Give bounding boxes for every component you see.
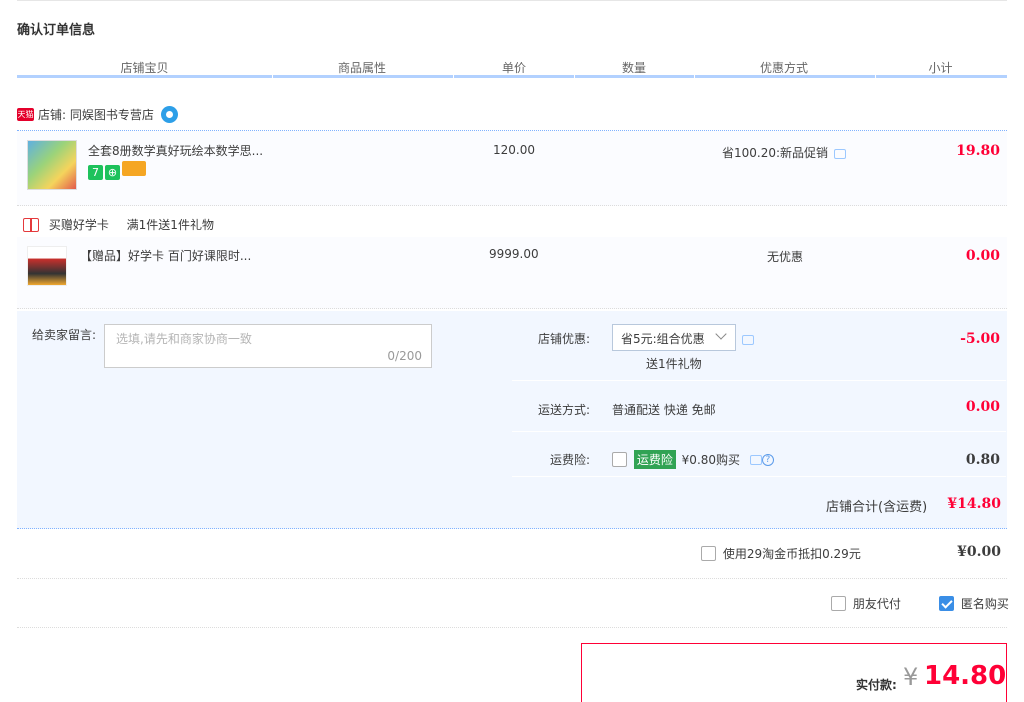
shop-discount-value: 省5元:组合优惠 (621, 332, 705, 346)
memo-char-count: 0/200 (387, 349, 422, 363)
column-quantity: 数量 (621, 61, 646, 75)
column-shop-item: 店铺宝贝 (120, 61, 169, 75)
anonymous-option: 匿名购买 (939, 595, 1009, 612)
comment-icon[interactable] (834, 148, 847, 159)
column-header: 店铺宝贝 商品属性 单价 数量 优惠方式 小计 (17, 56, 1007, 78)
column-promotion: 优惠方式 (759, 61, 808, 75)
column-unit-price: 单价 (501, 61, 526, 75)
row-divider (17, 627, 1007, 628)
gift-rule: 满1件送1件礼物 (126, 218, 214, 232)
friend-pay-label: 朋友代付 (852, 597, 901, 611)
column-subtotal: 小计 (928, 61, 953, 75)
seven-day-return-icon: 7 (88, 165, 103, 180)
shop-discount-label: 店铺优惠: (537, 332, 590, 346)
shipping-label: 运送方式: (537, 403, 590, 417)
product-thumbnail[interactable] (27, 246, 67, 286)
insurance-price: ¥0.80购买 (681, 453, 741, 467)
chat-icon[interactable] (160, 106, 178, 123)
product-thumbnail[interactable] (27, 140, 77, 190)
insurance-checkbox[interactable] (612, 452, 627, 467)
promotion-text: 无优惠 (767, 250, 804, 264)
help-icon[interactable]: ? (761, 453, 774, 466)
insurance-tag: 运费险 (633, 450, 676, 469)
friend-pay-checkbox[interactable] (831, 596, 846, 611)
tmall-badge-icon: 天猫 (17, 108, 34, 121)
credit-card-icon (122, 161, 146, 176)
insurance-amount: 0.80 (965, 452, 1000, 468)
header-separator (453, 73, 454, 78)
promotion-info: 省100.20:新品促销 (722, 144, 847, 161)
comment-icon[interactable] (742, 334, 754, 345)
gift-icon (23, 217, 39, 232)
pay-currency: ¥ (903, 663, 919, 691)
anonymous-checkbox[interactable] (939, 596, 954, 611)
service-badges: 7 ⊕ (88, 161, 148, 180)
pay-label: 实付款: (856, 678, 897, 692)
guarantee-icon: ⊕ (105, 165, 120, 180)
insurance-label: 运费险: (549, 453, 590, 467)
row-divider (17, 578, 1007, 579)
coins-label: 使用29淘金币抵扣0.29元 (722, 547, 861, 561)
shop-name[interactable]: 店铺: 同娱图书专营店 (38, 108, 154, 122)
shop-discount-amount: -5.00 (960, 331, 1000, 347)
gift-promo-row: 买赠好学卡 满1件送1件礼物 (17, 216, 214, 233)
top-divider (17, 0, 1007, 1)
memo-field: 0/200 (104, 324, 432, 368)
shop-total-amount: ¥14.80 (947, 496, 1001, 512)
anonymous-label: 匿名购买 (960, 597, 1009, 611)
shop-row: 天猫 店铺: 同娱图书专营店 (17, 106, 178, 126)
insurance-option: 运费险 ¥0.80购买 ? (612, 450, 774, 469)
item-subtotal: 0.00 (965, 248, 1000, 264)
gift-label: 买赠好学卡 (48, 218, 109, 232)
header-separator (694, 73, 695, 78)
pay-amount: 14.80 (924, 661, 1007, 691)
memo-label: 给卖家留言: (32, 328, 97, 342)
payment-summary: 实付款: ¥ 14.80 (581, 643, 1007, 702)
product-name[interactable]: 全套8册数学真好玩绘本数学思... (88, 142, 263, 159)
friend-pay-option: 朋友代付 (831, 595, 901, 612)
header-separator (272, 73, 273, 78)
item-subtotal: 19.80 (956, 143, 1000, 159)
memo-input[interactable] (105, 325, 431, 353)
header-separator (875, 73, 876, 78)
column-attributes: 商品属性 (337, 61, 386, 75)
coins-option: 使用29淘金币抵扣0.29元 (701, 545, 861, 562)
unit-price: 9999.00 (489, 247, 539, 261)
shipping-method: 普通配送 快递 免邮 (612, 403, 716, 417)
shop-discount-select[interactable]: 省5元:组合优惠 (612, 324, 736, 351)
comment-icon[interactable] (749, 454, 762, 465)
coins-checkbox[interactable] (701, 546, 716, 561)
product-name[interactable]: 【赠品】好学卡 百门好课限时... (80, 247, 251, 264)
coins-amount: ¥0.00 (957, 544, 1001, 560)
header-separator (574, 73, 575, 78)
unit-price: 120.00 (493, 143, 535, 157)
shipping-fee: 0.00 (965, 399, 1000, 415)
shop-discount-note: 送1件礼物 (646, 357, 702, 371)
chevron-down-icon (715, 328, 727, 340)
promotion-text: 省100.20:新品促销 (722, 146, 829, 160)
page-title: 确认订单信息 (17, 23, 96, 38)
